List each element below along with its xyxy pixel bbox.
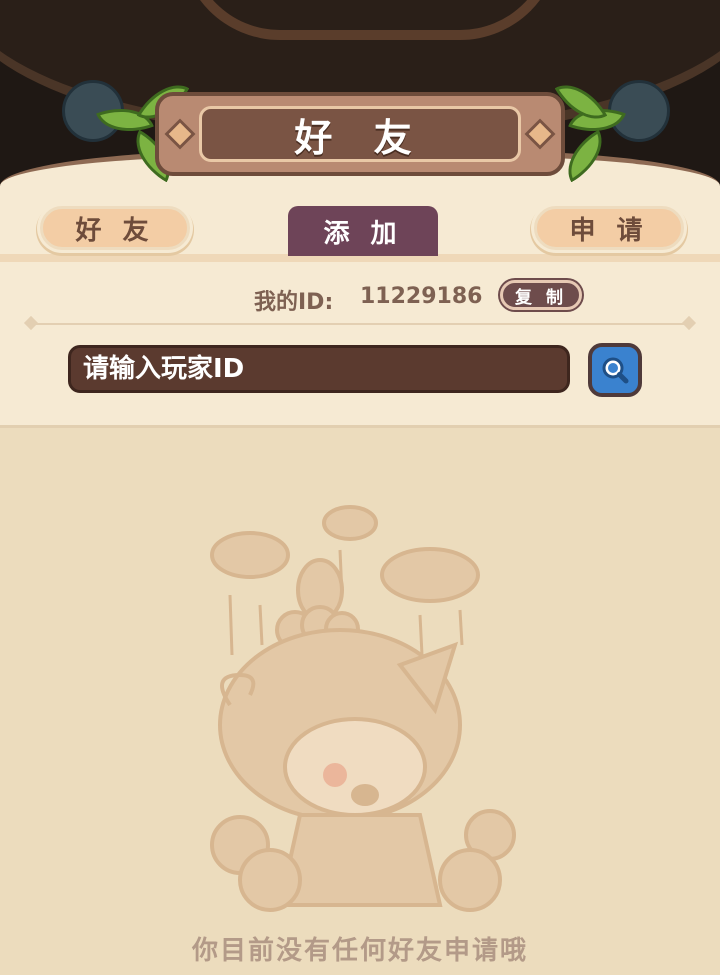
my-id-label: 我的ID: xyxy=(254,290,334,315)
copy-id-button[interactable]: 复 制 xyxy=(500,280,582,310)
friends-screen: 好 友 好 友 添 加 申 请 我的ID: 11229186 复 制 请输入玩家… xyxy=(0,0,720,975)
search-icon xyxy=(602,357,629,384)
my-id-row: 我的ID: 11229186 复 制 xyxy=(0,278,720,315)
diamond-ornament-icon xyxy=(164,118,196,150)
search-button[interactable] xyxy=(588,343,642,397)
title-plank: 好 友 xyxy=(155,92,565,176)
divider xyxy=(30,323,690,325)
tab-friends[interactable]: 好 友 xyxy=(40,206,190,250)
tab-requests[interactable]: 申 请 xyxy=(534,206,684,250)
diamond-ornament-icon xyxy=(524,118,556,150)
player-id-search-input[interactable] xyxy=(68,345,570,393)
my-id-value: 11229186 xyxy=(360,284,483,309)
page-title: 好 友 xyxy=(199,106,521,162)
empty-state-message: 你目前没有任何好友申请哦 xyxy=(191,936,528,966)
empty-state-character-illustration xyxy=(210,505,516,912)
tab-add[interactable]: 添 加 xyxy=(288,206,438,256)
